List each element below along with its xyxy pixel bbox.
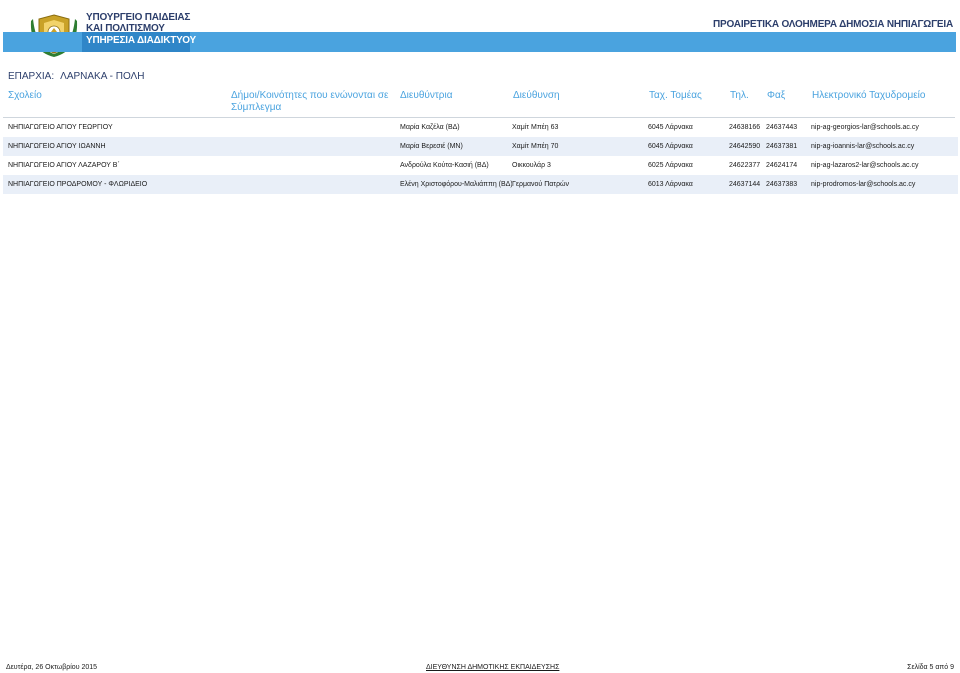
cell-fax: 24637381 [766, 137, 811, 156]
column-header-phone: Τηλ. [730, 90, 749, 101]
document-title: ΠΡΟΑΙΡΕΤΙΚΑ ΟΛΟΗΜΕΡΑ ΔΗΜΟΣΙΑ ΝΗΠΙΑΓΩΓΕΙΑ [713, 19, 953, 30]
column-header-communities: Δήμοι/Κοινότητες που ενώνονται σε Σύμπλε… [231, 90, 388, 114]
column-header-principal: Διευθύντρια [400, 90, 453, 101]
cell-postal: 6045 Λάρνακα [648, 124, 693, 131]
cell-communities [231, 175, 400, 194]
schools-table: ΝΗΠΙΑΓΩΓΕΙΟ ΑΓΙΟΥ ΓΕΩΡΓΙΟΥ Μαρία Καζέλα … [3, 118, 958, 194]
cell-principal: Μαρία Βερεσιέ (ΜΝ) [400, 137, 512, 156]
table-row: ΝΗΠΙΑΓΩΓΕΙΟ ΑΓΙΟΥ ΓΕΩΡΓΙΟΥ Μαρία Καζέλα … [3, 118, 958, 137]
ministry-name: ΥΠΟΥΡΓΕΙΟ ΠΑΙΔΕΙΑΣ ΚΑΙ ΠΟΛΙΤΙΣΜΟΥ [86, 12, 190, 34]
cell-phone: 24638166 [729, 124, 761, 131]
cell-postal: 6013 Λάρνακα [648, 175, 729, 194]
cell-school: ΝΗΠΙΑΓΩΓΕΙΟ ΑΓΙΟΥ ΙΩΑΝΝΗ [3, 137, 231, 156]
column-headers: Σχολείο Δήμοι/Κοινότητες που ενώνονται σ… [3, 87, 955, 118]
cell-communities [231, 137, 400, 156]
footer-page-number: Σελίδα 5 από 9 [907, 664, 954, 671]
cell-email[interactable]: nip-ag-lazaros2-lar@schools.ac.cy [811, 156, 958, 175]
cell-communities [231, 156, 400, 175]
cell-principal: Ανδρούλα Κούτα-Κασιή (ΒΔ) [400, 162, 489, 169]
cell-email[interactable]: nip-prodromos-lar@schools.ac.cy [811, 175, 958, 194]
province-label: ΕΠΑΡΧΙΑ: [8, 71, 55, 82]
cell-phone: 24637144 [729, 175, 766, 194]
service-name: ΥΠΗΡΕΣΙΑ ΔΙΑΔΙΚΤΥΟΥ [86, 35, 197, 46]
cell-address: Γερμανού Πατρών [512, 175, 648, 194]
cell-email[interactable]: nip-ag-georgios-lar@schools.ac.cy [811, 118, 958, 137]
cell-fax: 24637383 [766, 175, 811, 194]
cell-fax: 24637443 [766, 124, 798, 131]
cell-phone: 24622377 [729, 162, 761, 169]
column-header-email: Ηλεκτρονικό Ταχυδρομείο [812, 90, 926, 101]
cell-principal: Μαρία Καζέλα (ΒΔ) [400, 124, 460, 131]
ministry-line-1: ΥΠΟΥΡΓΕΙΟ ΠΑΙΔΕΙΑΣ [86, 12, 191, 23]
cell-phone: 24642590 [729, 137, 766, 156]
cell-address: Οικκουλάρ 3 [512, 162, 551, 169]
province-line: ΕΠΑΡΧΙΑ: ΛΑΡΝΑΚΑ - ΠΟΛΗ [8, 71, 144, 82]
cell-principal: Ελένη Χριστοφόρου-Μαλιάππη (ΒΔ) [400, 175, 512, 194]
column-header-address: Διεύθυνση [513, 90, 560, 101]
column-header-postal: Ταχ. Τομέας [649, 90, 702, 101]
footer-directorate: ΔΙΕΥΘΥΝΣΗ ΔΗΜΟΤΙΚΗΣ ΕΚΠΑΙΔΕΥΣΗΣ [426, 664, 560, 671]
column-header-school: Σχολείο [8, 90, 42, 101]
cell-fax: 24624174 [766, 162, 798, 169]
cell-communities [231, 118, 400, 137]
cell-postal: 6045 Λάρνακα [648, 137, 729, 156]
table-row: ΝΗΠΙΑΓΩΓΕΙΟ ΑΓΙΟΥ ΙΩΑΝΝΗ Μαρία Βερεσιέ (… [3, 137, 958, 156]
column-header-fax: Φαξ [767, 90, 786, 101]
table-row: ΝΗΠΙΑΓΩΓΕΙΟ ΠΡΟΔΡΟΜΟΥ - ΦΛΩΡΙΔΕΙΟ Ελένη … [3, 175, 958, 194]
footer-date: Δευτέρα, 26 Οκτωβρίου 2015 [6, 664, 98, 671]
cell-postal: 6025 Λάρνακα [648, 162, 693, 169]
cell-address: Χαμίτ Μπέη 63 [512, 124, 559, 131]
province-value: ΛΑΡΝΑΚΑ - ΠΟΛΗ [60, 71, 145, 82]
column-header-communities-line-2: Σύμπλεγμα [231, 102, 282, 113]
cell-address: Χαμίτ Μπέη 70 [512, 137, 648, 156]
cell-school: ΝΗΠΙΑΓΩΓΕΙΟ ΑΓΙΟΥ ΛΑΖΑΡΟΥ Β΄ [8, 162, 120, 169]
cell-school: ΝΗΠΙΑΓΩΓΕΙΟ ΠΡΟΔΡΟΜΟΥ - ΦΛΩΡΙΔΕΙΟ [3, 175, 231, 194]
page-footer: Δευτέρα, 26 Οκτωβρίου 2015 ΔΙΕΥΘΥΝΣΗ ΔΗΜ… [0, 664, 960, 673]
column-header-communities-line-1: Δήμοι/Κοινότητες που ενώνονται σε [231, 90, 389, 101]
table-row: ΝΗΠΙΑΓΩΓΕΙΟ ΑΓΙΟΥ ΛΑΖΑΡΟΥ Β΄ Ανδρούλα Κο… [3, 156, 958, 175]
page-header: ΥΠΟΥΡΓΕΙΟ ΠΑΙΔΕΙΑΣ ΚΑΙ ΠΟΛΙΤΙΣΜΟΥ ΠΡΟΑΙΡ… [0, 0, 960, 60]
cell-email[interactable]: nip-ag-ioannis-lar@schools.ac.cy [811, 137, 958, 156]
cell-school: ΝΗΠΙΑΓΩΓΕΙΟ ΑΓΙΟΥ ΓΕΩΡΓΙΟΥ [8, 124, 113, 131]
